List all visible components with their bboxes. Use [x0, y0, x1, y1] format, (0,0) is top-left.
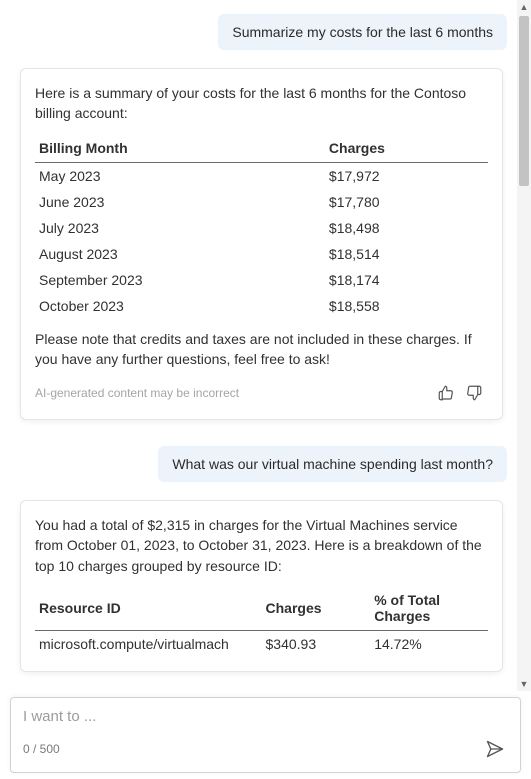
thumbs-up-icon	[437, 384, 455, 402]
scroll-thumb[interactable]	[519, 16, 529, 186]
col-billing-month: Billing Month	[35, 134, 325, 163]
costs-table: Billing Month Charges May 2023$17,972 Ju…	[35, 134, 488, 319]
table-row: July 2023$18,498	[35, 215, 488, 241]
char-counter: 0 / 500	[23, 742, 480, 756]
thumbs-down-icon	[465, 384, 483, 402]
chat-input[interactable]: I want to ... 0 / 500	[10, 697, 521, 773]
scrollbar[interactable]: ▲ ▼	[517, 0, 531, 691]
col-charges: Charges	[325, 134, 488, 163]
ai-intro-text: You had a total of $2,315 in charges for…	[35, 515, 488, 576]
table-row: microsoft.compute/virtualmach $340.93 14…	[35, 631, 488, 658]
table-row: May 2023$17,972	[35, 162, 488, 189]
table-row: August 2023$18,514	[35, 241, 488, 267]
thumbs-up-button[interactable]	[432, 379, 460, 407]
user-message: Summarize my costs for the last 6 months	[218, 14, 507, 50]
send-icon	[485, 739, 505, 759]
ai-disclaimer: AI-generated content may be incorrect	[35, 386, 432, 400]
send-button[interactable]	[480, 734, 510, 764]
ai-message-card: You had a total of $2,315 in charges for…	[20, 500, 503, 672]
resource-table: Resource ID Charges % of Total Charges m…	[35, 586, 488, 657]
scroll-up-arrow[interactable]: ▲	[517, 0, 531, 14]
table-row: June 2023$17,780	[35, 189, 488, 215]
ai-intro-text: Here is a summary of your costs for the …	[35, 83, 488, 124]
ai-outro-text: Please note that credits and taxes are n…	[35, 329, 488, 370]
chat-input-placeholder: I want to ...	[23, 708, 510, 734]
table-row: October 2023$18,558	[35, 293, 488, 319]
col-resource-id: Resource ID	[35, 586, 262, 631]
ai-message-card: Here is a summary of your costs for the …	[20, 68, 503, 420]
col-charges: Charges	[262, 586, 371, 631]
col-pct-total: % of Total Charges	[370, 586, 488, 631]
scroll-down-arrow[interactable]: ▼	[517, 677, 531, 691]
user-message: What was our virtual machine spending la…	[158, 446, 507, 482]
table-row: September 2023$18,174	[35, 267, 488, 293]
thumbs-down-button[interactable]	[460, 379, 488, 407]
chat-scroll-area[interactable]: Summarize my costs for the last 6 months…	[0, 0, 517, 691]
